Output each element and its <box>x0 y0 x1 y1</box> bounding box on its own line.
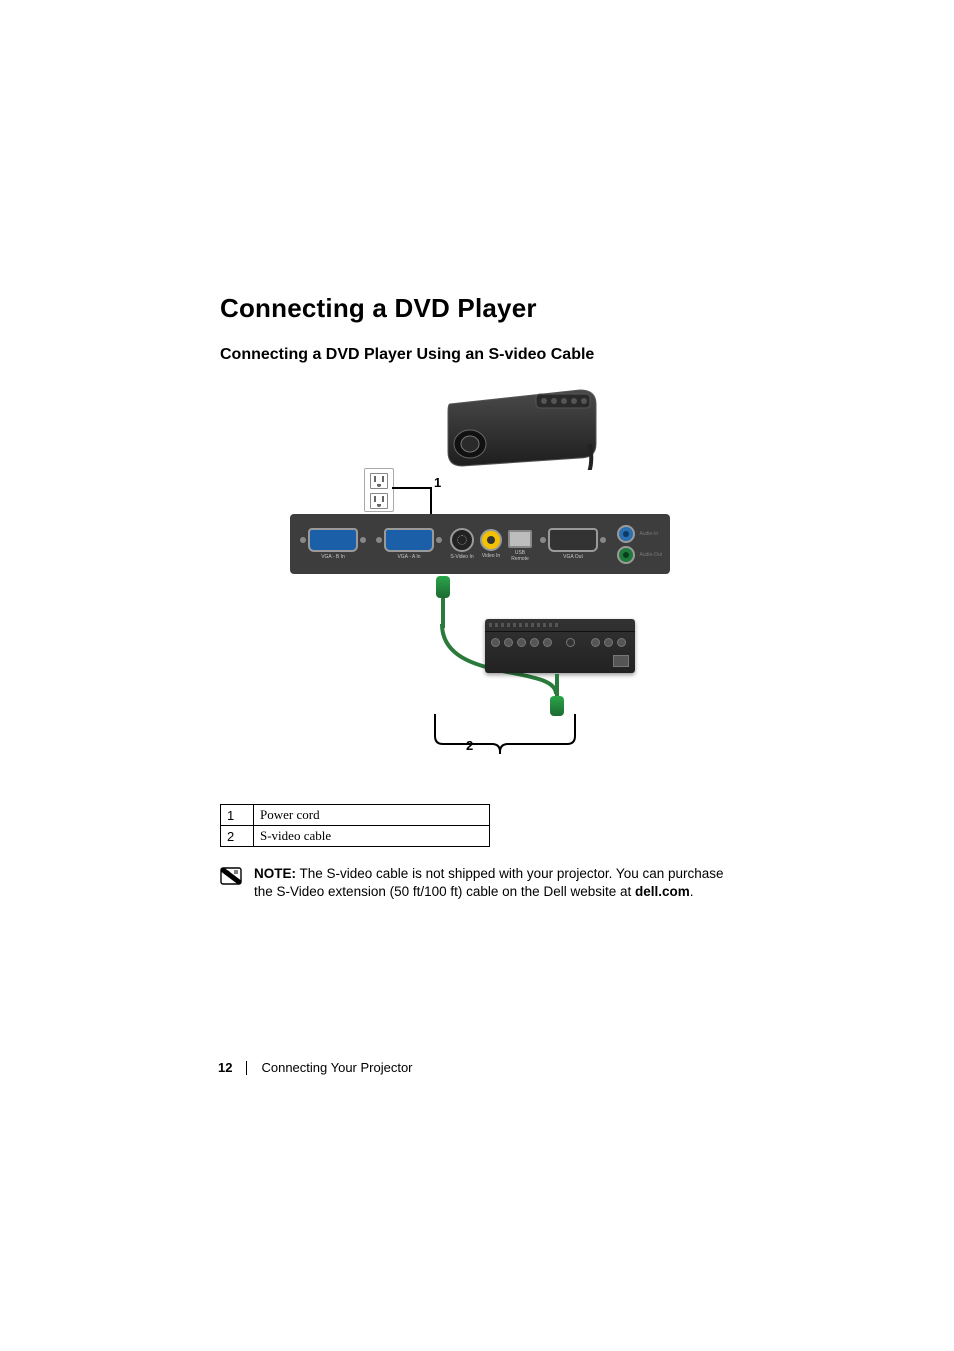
section-heading: Connecting a DVD Player <box>220 293 740 324</box>
vga-a-in-port: VGA - A In <box>374 528 444 560</box>
s-video-cable-dvd-end <box>550 674 564 714</box>
document-page: Connecting a DVD Player Connecting a DVD… <box>0 0 954 1351</box>
s-video-in-port: S-Video In <box>450 528 474 560</box>
projector-rear-panel: VGA - B In VGA - A In S-Video In Video I… <box>290 514 670 574</box>
legend-table: 1 Power cord 2 S-video cable <box>220 804 490 847</box>
note-text: NOTE: The S-video cable is not shipped w… <box>254 865 730 901</box>
video-label: Video In <box>482 553 500 559</box>
note-site-link-text: dell.com <box>635 884 690 899</box>
s-video-cable-projector-end <box>436 576 450 626</box>
audio-ports: Audio-In Audio-Out <box>617 525 662 564</box>
vga-b-label: VGA - B In <box>321 554 345 560</box>
audio-out-port <box>617 546 635 564</box>
legend-number-2: 2 <box>221 826 254 847</box>
note-trailing: . <box>690 884 694 899</box>
svideo-label: S-Video In <box>450 554 473 560</box>
footer-separator <box>246 1061 247 1075</box>
note-lead: NOTE: <box>254 866 296 881</box>
sub-section-heading: Connecting a DVD Player Using an S-video… <box>220 346 740 364</box>
page-footer: 12 Connecting Your Projector <box>218 1060 413 1075</box>
callout-1-leader <box>392 487 432 489</box>
projector-illustration <box>440 384 600 470</box>
footer-section-title: Connecting Your Projector <box>261 1060 412 1075</box>
audio-out-label: Audio-Out <box>639 552 662 558</box>
table-row: 2 S-video cable <box>221 826 490 847</box>
vga-out-port: VGA Out <box>538 528 608 560</box>
vga-b-in-port: VGA - B In <box>298 528 368 560</box>
page-content: Connecting a DVD Player Connecting a DVD… <box>220 293 740 901</box>
dvd-player-illustration <box>485 619 635 673</box>
table-row: 1 Power cord <box>221 805 490 826</box>
page-number: 12 <box>218 1060 232 1075</box>
legend-label-2: S-video cable <box>254 826 490 847</box>
callout-2-bracket <box>430 714 580 754</box>
legend-label-1: Power cord <box>254 805 490 826</box>
video-in-port: Video In <box>480 529 502 559</box>
callout-2-number: 2 <box>466 738 473 753</box>
wall-outlet-illustration <box>364 468 394 512</box>
vga-out-label: VGA Out <box>563 554 583 560</box>
callout-1-number: 1 <box>434 475 441 490</box>
connection-figure: 1 VGA - B In VGA - A In S-Video In Vid <box>290 384 670 784</box>
usb-label: USB Remote <box>511 550 529 562</box>
vga-a-label: VGA - A In <box>397 554 420 560</box>
legend-number-1: 1 <box>221 805 254 826</box>
note-block: NOTE: The S-video cable is not shipped w… <box>220 865 730 901</box>
audio-in-port <box>617 525 635 543</box>
note-icon <box>220 867 242 885</box>
usb-remote-port: USB Remote <box>508 527 532 562</box>
audio-in-label: Audio-In <box>639 531 658 537</box>
